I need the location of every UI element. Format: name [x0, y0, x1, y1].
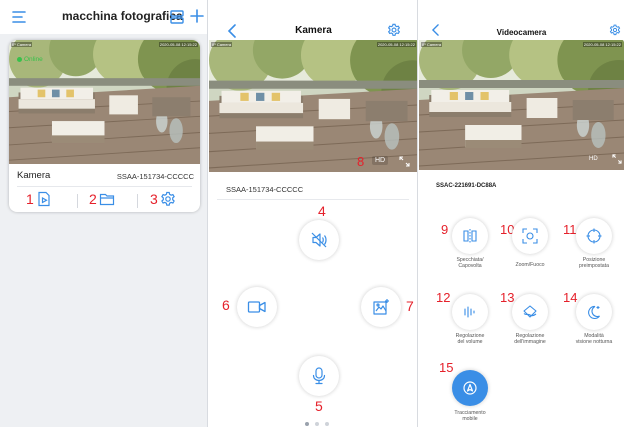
- device-id: SSAA-151734-CCCCC: [226, 185, 304, 194]
- volume-adjust-button[interactable]: [452, 294, 488, 330]
- feature-label: Posizione preimpostata: [579, 257, 609, 269]
- feature-label: Regolazione dell'immagine: [514, 333, 546, 345]
- gear-icon[interactable]: [609, 24, 621, 36]
- annotation-number: 1: [26, 191, 34, 207]
- picture-icon: [372, 298, 390, 316]
- zoom-focus-button[interactable]: [512, 218, 548, 254]
- timestamp-stamp: 2020-05-08 12:15:22: [376, 42, 416, 47]
- app-screenshots: macchina fotografica IP Camera 2020-05-0…: [0, 0, 624, 427]
- image-adjust-icon: [522, 304, 538, 320]
- menu-icon[interactable]: [12, 11, 26, 23]
- annotation-number: 6: [222, 297, 230, 313]
- hd-quality-toggle[interactable]: HD: [372, 156, 389, 165]
- camera-label-stamp: IP Camera: [211, 42, 233, 47]
- annotation-number: 8: [357, 154, 365, 169]
- annotation-number: 4: [318, 203, 326, 219]
- timestamp-stamp: 2020-05-08 12:15:22: [158, 42, 198, 47]
- add-device-icon[interactable]: [190, 9, 204, 23]
- feature-label: Zoom/Fuoco: [515, 262, 545, 268]
- motion-tracking-icon: [462, 380, 478, 396]
- playback-button[interactable]: 1: [26, 191, 52, 207]
- annotation-number: 5: [315, 398, 323, 414]
- fullscreen-icon[interactable]: [612, 154, 622, 164]
- action-divider: [137, 194, 138, 208]
- page-title: Videocamera: [496, 28, 547, 37]
- divider: [217, 199, 409, 200]
- night-vision-button[interactable]: [576, 294, 612, 330]
- online-status: Online: [17, 56, 43, 63]
- annotation-number: 2: [89, 191, 97, 207]
- page-indicator-dot[interactable]: [325, 422, 329, 426]
- camera-features-screen: Videocamera IP Camera 2020-05-08 12:15:2…: [419, 0, 624, 427]
- online-dot-icon: [17, 57, 22, 62]
- speaker-mute-icon: [310, 231, 328, 249]
- annotation-number: 9: [441, 222, 449, 237]
- gear-icon[interactable]: [387, 23, 401, 37]
- device-id: SSAC-221691-DC88A: [436, 183, 497, 189]
- camera-name: Kamera: [17, 170, 51, 181]
- video-camera-icon: [247, 299, 267, 315]
- mute-button[interactable]: [299, 220, 339, 260]
- live-video-view[interactable]: IP Camera 2020-05-08 12:15:22 HD: [419, 40, 624, 170]
- camera-id: SSAA-151734-CCCCC: [116, 172, 194, 181]
- folder-icon: [99, 191, 115, 207]
- feature-label: Modalità visione notturna: [575, 333, 613, 345]
- annotation-number: 12: [436, 290, 451, 305]
- page-indicator-dot[interactable]: [315, 422, 319, 426]
- device-list-screen: macchina fotografica IP Camera 2020-05-0…: [0, 0, 208, 427]
- motion-tracking-button[interactable]: [452, 370, 488, 406]
- annotation-number: 11: [563, 222, 577, 237]
- preset-position-icon: [586, 228, 602, 244]
- fullscreen-icon[interactable]: [399, 156, 410, 167]
- settings-button[interactable]: 3: [150, 191, 176, 207]
- feature-label: Tracciamento mobile: [454, 410, 486, 422]
- annotation-number: 13: [500, 290, 515, 305]
- page-indicator-dot-active[interactable]: [305, 422, 309, 426]
- annotation-number: 3: [150, 191, 158, 207]
- camera-label-stamp: IP Camera: [11, 42, 33, 47]
- camera-live-screen: Kamera IP Camera 2020-05-08 12:15:22 8 H…: [209, 0, 418, 427]
- camera-card[interactable]: IP Camera 2020-05-08 12:15:22 Online Kam…: [9, 40, 200, 212]
- action-divider: [77, 194, 78, 208]
- timestamp-stamp: 2020-05-08 12:15:22: [582, 42, 622, 47]
- hd-quality-toggle[interactable]: HD: [589, 156, 598, 162]
- annotation-number: 15: [439, 360, 454, 375]
- playback-file-icon: [36, 191, 52, 207]
- microphone-icon: [311, 367, 327, 385]
- page-title: macchina fotografica: [62, 9, 183, 23]
- snapshot-button[interactable]: [361, 287, 401, 327]
- volume-bars-icon: [462, 304, 478, 320]
- list-view-icon[interactable]: [170, 10, 184, 24]
- gear-icon: [160, 191, 176, 207]
- camera-label-stamp: IP Camera: [421, 42, 443, 47]
- online-label: Online: [24, 56, 43, 63]
- files-button[interactable]: 2: [89, 191, 115, 207]
- microphone-button[interactable]: [299, 356, 339, 396]
- annotation-number: 14: [563, 290, 578, 305]
- device-list-header: macchina fotografica: [0, 0, 207, 34]
- annotation-number: 7: [406, 298, 414, 314]
- card-divider: [17, 186, 192, 187]
- live-video-view[interactable]: IP Camera 2020-05-08 12:15:22 8 HD: [209, 40, 418, 172]
- night-vision-icon: [586, 304, 602, 320]
- preset-position-button[interactable]: [576, 218, 612, 254]
- mirror-flip-button[interactable]: [452, 218, 488, 254]
- image-adjust-button[interactable]: [512, 294, 548, 330]
- mirror-flip-icon: [462, 228, 478, 244]
- zoom-focus-icon: [522, 228, 538, 244]
- record-video-button[interactable]: [237, 287, 277, 327]
